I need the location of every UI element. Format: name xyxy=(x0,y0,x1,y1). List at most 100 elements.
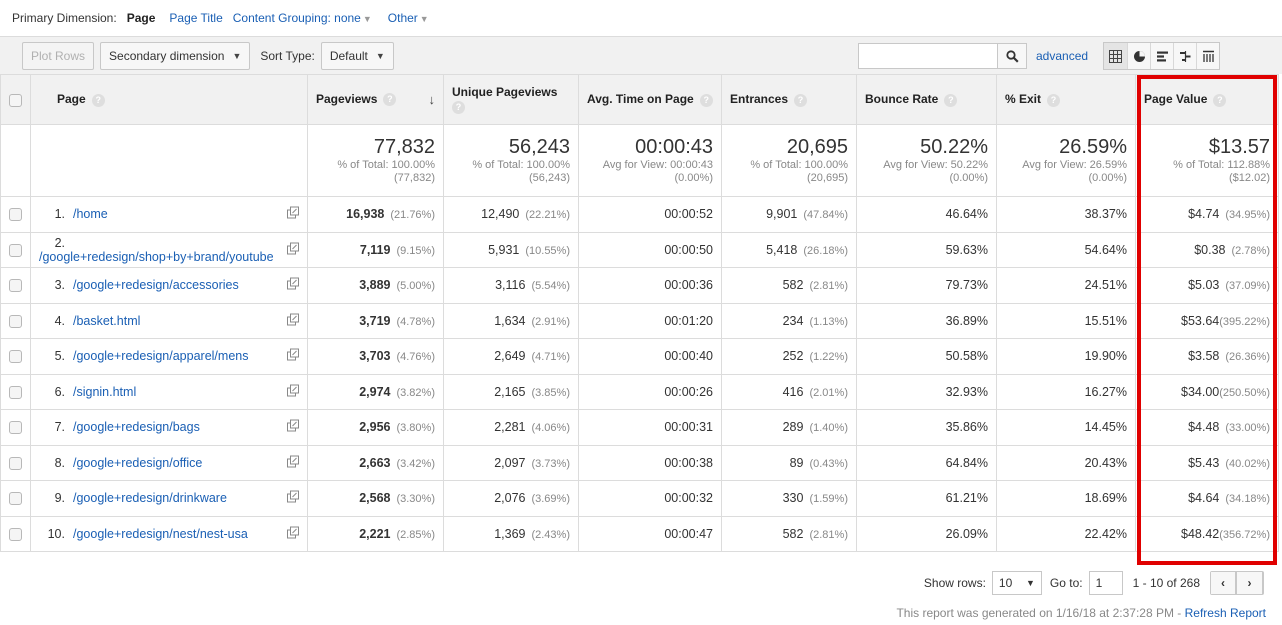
external-link-icon[interactable] xyxy=(287,455,299,470)
page-link[interactable]: /google+redesign/office xyxy=(73,456,202,470)
external-link-icon[interactable] xyxy=(287,384,299,399)
pivot-view-icon[interactable] xyxy=(1196,43,1219,69)
header-bounce-rate[interactable]: Bounce Rate? xyxy=(856,74,997,125)
external-link-icon[interactable] xyxy=(287,313,299,328)
page-cell: 7. /google+redesign/bags xyxy=(30,409,308,446)
page-link[interactable]: /google+redesign/nest/nest-usa xyxy=(73,527,248,541)
bounce-rate-cell: 26.09% xyxy=(856,515,997,552)
page-link[interactable]: /google+redesign/shop+by+brand/youtube xyxy=(39,250,274,264)
row-checkbox[interactable] xyxy=(9,527,22,541)
pageviews-value: 3,703 xyxy=(359,349,391,364)
pageviews-percent: (4.76%) xyxy=(396,351,435,364)
help-icon[interactable]: ? xyxy=(452,100,465,114)
dimension-page-active[interactable]: Page xyxy=(127,11,156,25)
page-value-cell: $53.64(395.22%) xyxy=(1135,302,1279,339)
pie-view-icon[interactable] xyxy=(1127,43,1150,69)
external-link-icon[interactable] xyxy=(287,490,299,506)
secondary-dimension-dropdown[interactable]: Secondary dimension ▼ xyxy=(100,41,251,70)
entrances-cell: 582 (2.81%) xyxy=(721,267,857,304)
total-bounce-rate-sub1: Avg for View: 50.22% xyxy=(883,159,988,171)
help-icon[interactable]: ? xyxy=(91,93,105,107)
row-checkbox[interactable] xyxy=(9,350,22,364)
pageviews-percent: (5.00%) xyxy=(396,280,435,293)
help-icon[interactable]: ? xyxy=(794,93,808,107)
help-icon[interactable]: ? xyxy=(944,93,958,107)
unique-pageviews-percent: (2.43%) xyxy=(531,528,570,541)
row-checkbox[interactable] xyxy=(9,314,22,328)
row-checkbox[interactable] xyxy=(9,492,22,506)
plot-rows-button[interactable]: Plot Rows xyxy=(22,41,95,70)
page-link[interactable]: /home xyxy=(73,207,108,221)
entrances-percent: (2.81%) xyxy=(809,280,848,293)
page-link[interactable]: /google+redesign/bags xyxy=(73,420,200,434)
external-link-icon[interactable] xyxy=(287,526,299,541)
advanced-filter-link[interactable]: advanced xyxy=(1036,49,1088,63)
row-checkbox[interactable] xyxy=(9,421,22,435)
previous-page-button[interactable]: ‹ xyxy=(1211,572,1237,594)
entrances-percent: (1.59%) xyxy=(809,493,848,506)
header-avg-time[interactable]: Avg. Time on Page? xyxy=(578,74,722,125)
external-link-icon[interactable] xyxy=(287,277,299,293)
goto-input[interactable]: 1 xyxy=(1088,571,1123,595)
show-rows-select[interactable]: 10 ▼ xyxy=(991,571,1042,595)
sort-type-dropdown[interactable]: Default ▼ xyxy=(320,41,394,70)
avg-time-cell: 00:00:52 xyxy=(578,196,722,233)
row-checkbox[interactable] xyxy=(9,279,22,293)
page-value-cell: $0.38 (2.78%) xyxy=(1135,231,1279,268)
row-checkbox[interactable] xyxy=(9,243,22,257)
unique-pageviews-percent: (3.73%) xyxy=(531,457,570,470)
external-link-icon[interactable] xyxy=(287,206,299,222)
row-select-cell xyxy=(0,480,31,517)
pageviews-cell: 7,119 (9.15%) xyxy=(307,231,444,268)
page-value-value: $4.64 xyxy=(1188,491,1220,506)
external-link-icon[interactable] xyxy=(287,242,299,257)
page-link[interactable]: /signin.html xyxy=(73,385,136,399)
row-checkbox[interactable] xyxy=(9,456,22,470)
total-exit: 26.59% Avg for View: 26.59% (0.00%) xyxy=(996,124,1136,197)
header-unique-pageviews[interactable]: Unique Pageviews? xyxy=(443,74,579,125)
unique-pageviews-value: 3,116 xyxy=(495,278,526,293)
entrances-percent: (2.01%) xyxy=(809,386,848,399)
page-link[interactable]: /google+redesign/accessories xyxy=(73,278,239,292)
header-pageviews-label: Pageviews xyxy=(316,92,378,106)
row-select-cell xyxy=(0,231,31,268)
dimension-page-title-link[interactable]: Page Title xyxy=(169,11,222,25)
table-view-icon[interactable] xyxy=(1104,43,1127,69)
dimension-other[interactable]: Other ▼ xyxy=(388,11,429,25)
help-icon[interactable]: ? xyxy=(383,93,397,107)
header-page[interactable]: Page? xyxy=(30,74,308,125)
table-row: 7. /google+redesign/bags 2,956 (3.80%) 2,2… xyxy=(0,409,1279,446)
bounce-rate-cell: 32.93% xyxy=(856,373,997,410)
next-page-button[interactable]: › xyxy=(1237,572,1263,594)
external-link-icon[interactable] xyxy=(287,419,299,435)
total-entrances-value: 20,695 xyxy=(786,136,848,158)
total-entrances-sub2: (20,695) xyxy=(807,172,848,184)
page-link[interactable]: /basket.html xyxy=(73,314,140,328)
header-pageviews[interactable]: Pageviews? ↓ xyxy=(307,74,444,125)
help-icon[interactable]: ? xyxy=(1213,93,1227,107)
search-button[interactable] xyxy=(997,43,1027,69)
unique-pageviews-percent: (3.69%) xyxy=(531,493,570,506)
comparison-view-icon[interactable] xyxy=(1173,43,1196,69)
dimension-content-grouping[interactable]: Content Grouping: none ▼ xyxy=(233,11,372,25)
total-avg-time: 00:00:43 Avg for View: 00:00:43 (0.00%) xyxy=(578,124,722,197)
header-page-value[interactable]: Page Value? xyxy=(1135,74,1279,125)
row-select-cell xyxy=(0,373,31,410)
bounce-rate-cell: 59.63% xyxy=(856,231,997,268)
page-link[interactable]: /google+redesign/apparel/mens xyxy=(73,349,248,363)
search-input[interactable] xyxy=(858,43,998,69)
chevron-down-icon: ▼ xyxy=(419,14,429,24)
header-exit[interactable]: % Exit? xyxy=(996,74,1136,125)
row-checkbox[interactable] xyxy=(9,385,22,399)
help-icon[interactable]: ? xyxy=(699,93,713,107)
page-link[interactable]: /google+redesign/drinkware xyxy=(73,491,227,505)
performance-view-icon[interactable] xyxy=(1150,43,1173,69)
row-checkbox[interactable] xyxy=(9,208,22,222)
pageviews-value: 2,221 xyxy=(359,526,391,541)
avg-time-cell: 00:00:36 xyxy=(578,267,722,304)
header-entrances[interactable]: Entrances? xyxy=(721,74,857,125)
external-link-icon[interactable] xyxy=(287,348,299,364)
refresh-report-link[interactable]: Refresh Report xyxy=(1185,606,1266,620)
select-all-checkbox[interactable] xyxy=(9,93,22,107)
help-icon[interactable]: ? xyxy=(1047,93,1061,107)
